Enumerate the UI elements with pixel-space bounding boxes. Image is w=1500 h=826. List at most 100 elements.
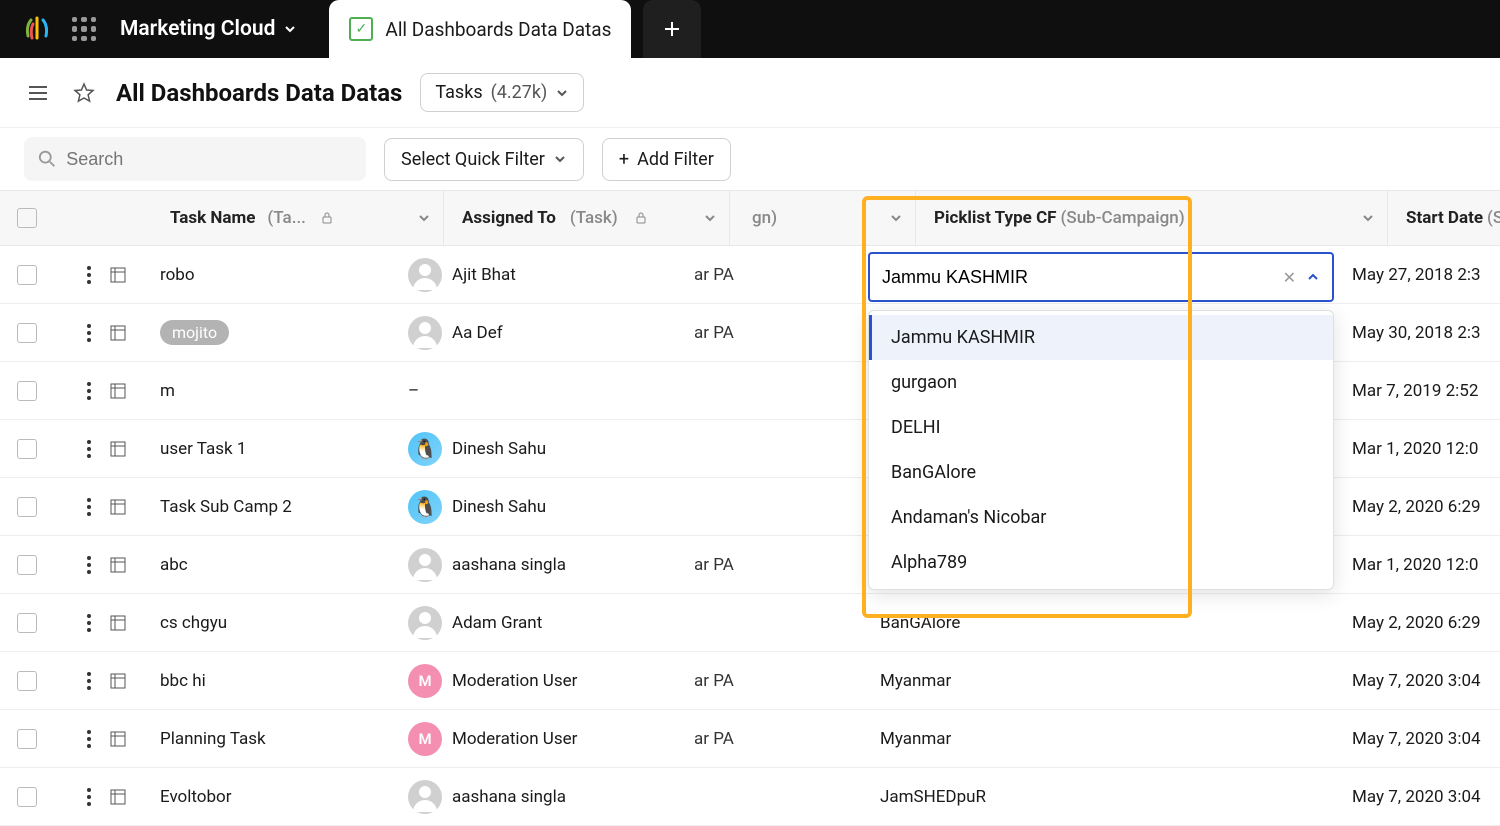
row-checkbox[interactable] (17, 497, 37, 517)
search-box[interactable] (24, 137, 366, 181)
task-name-cell[interactable]: bbc hi (160, 671, 390, 691)
col-assigned-to[interactable]: Assigned To (Task) (444, 191, 730, 245)
row-checkbox[interactable] (17, 323, 37, 343)
expand-icon[interactable] (109, 324, 127, 342)
task-name-cell[interactable]: abc (160, 555, 390, 575)
expand-icon[interactable] (109, 556, 127, 574)
hamburger-menu[interactable] (24, 79, 52, 107)
task-name-cell[interactable]: Evoltobor (160, 787, 390, 807)
picklist-option[interactable]: Alpha789 (869, 540, 1333, 585)
campaign-cell[interactable]: ar PA (676, 671, 862, 691)
start-date-cell[interactable]: May 2, 2020 6:29 (1334, 497, 1500, 517)
chevron-up-icon[interactable] (1306, 270, 1320, 284)
row-checkbox[interactable] (17, 613, 37, 633)
expand-icon[interactable] (109, 614, 127, 632)
row-checkbox[interactable] (17, 555, 37, 575)
row-menu-button[interactable] (87, 672, 91, 690)
expand-icon[interactable] (109, 440, 127, 458)
task-name-cell[interactable]: robo (160, 265, 390, 285)
row-checkbox[interactable] (17, 265, 37, 285)
row-checkbox[interactable] (17, 381, 37, 401)
campaign-cell[interactable]: ar PA (676, 729, 862, 749)
row-menu-button[interactable] (87, 498, 91, 516)
assigned-cell[interactable]: MModeration User (390, 722, 676, 756)
task-name-cell[interactable]: user Task 1 (160, 439, 390, 459)
favorite-toggle[interactable] (70, 79, 98, 107)
col-start-date[interactable]: Start Date (Sub- (1388, 191, 1500, 245)
picklist-option[interactable]: Jammu KASHMIR (869, 315, 1333, 360)
expand-icon[interactable] (109, 498, 127, 516)
row-menu-button[interactable] (87, 788, 91, 806)
picklist-editor-input[interactable]: ✕ (868, 252, 1334, 302)
assigned-cell[interactable]: Adam Grant (390, 606, 676, 640)
assigned-cell[interactable]: Aa Def (390, 316, 676, 350)
start-date-cell[interactable]: May 30, 2018 2:3 (1334, 323, 1500, 343)
assigned-cell[interactable]: MModeration User (390, 664, 676, 698)
task-name-cell[interactable]: m (160, 381, 390, 401)
clear-icon[interactable]: ✕ (1283, 268, 1296, 287)
col-partial-cut[interactable]: gn) (730, 191, 916, 245)
search-input[interactable] (66, 149, 352, 170)
row-checkbox[interactable] (17, 787, 37, 807)
expand-icon[interactable] (109, 788, 127, 806)
assigned-cell[interactable]: – (390, 381, 676, 401)
tasks-count-dropdown[interactable]: Tasks (4.27k) (420, 73, 584, 112)
picklist-input[interactable] (882, 267, 1283, 288)
start-date-cell[interactable]: May 7, 2020 3:04 (1334, 671, 1500, 691)
col-start-label: Start Date (1406, 208, 1483, 228)
product-switcher[interactable]: Marketing Cloud (120, 17, 313, 41)
picklist-option[interactable]: gurgaon (869, 360, 1333, 405)
picklist-cell[interactable]: BanGAlore (862, 613, 1334, 633)
task-name-cell[interactable]: mojito (160, 320, 390, 345)
row-menu-button[interactable] (87, 382, 91, 400)
row-checkbox[interactable] (17, 439, 37, 459)
campaign-cell[interactable]: ar PA (676, 265, 862, 285)
select-all-checkbox[interactable] (17, 208, 37, 228)
start-date-cell[interactable]: Mar 7, 2019 2:52 (1334, 381, 1500, 401)
row-menu-button[interactable] (87, 556, 91, 574)
start-date-cell[interactable]: May 7, 2020 3:04 (1334, 729, 1500, 749)
picklist-cell[interactable]: Myanmar (862, 729, 1334, 749)
start-date-cell[interactable]: Mar 1, 2020 12:0 (1334, 439, 1500, 459)
assigned-cell[interactable]: Dinesh Sahu (390, 432, 676, 466)
apps-launcher-icon[interactable] (72, 17, 96, 41)
expand-icon[interactable] (109, 730, 127, 748)
assigned-cell[interactable]: aashana singla (390, 780, 676, 814)
col-picklist-type[interactable]: Picklist Type CF (Sub-Campaign) (916, 191, 1388, 245)
campaign-cell[interactable]: ar PA (676, 555, 862, 575)
row-menu-button[interactable] (87, 614, 91, 632)
picklist-option[interactable]: BanGAlore (869, 450, 1333, 495)
picklist-cell[interactable]: JamSHEDpuR (862, 787, 1334, 807)
filters-bar: Select Quick Filter + Add Filter (0, 128, 1500, 190)
row-checkbox[interactable] (17, 671, 37, 691)
row-menu-button[interactable] (87, 440, 91, 458)
task-name-cell[interactable]: Planning Task (160, 729, 390, 749)
assignee-name: Dinesh Sahu (452, 497, 546, 517)
row-menu-button[interactable] (87, 266, 91, 284)
picklist-option[interactable]: DELHI (869, 405, 1333, 450)
expand-icon[interactable] (109, 672, 127, 690)
add-tab-button[interactable] (643, 0, 701, 58)
assigned-cell[interactable]: Dinesh Sahu (390, 490, 676, 524)
active-tab[interactable]: ✓ All Dashboards Data Datas (329, 0, 631, 58)
picklist-cell[interactable]: Myanmar (862, 671, 1334, 691)
assignee-name: Aa Def (452, 323, 503, 343)
start-date-cell[interactable]: May 27, 2018 2:3 (1334, 265, 1500, 285)
task-name-cell[interactable]: cs chgyu (160, 613, 390, 633)
row-checkbox[interactable] (17, 729, 37, 749)
start-date-cell[interactable]: May 7, 2020 3:04 (1334, 787, 1500, 807)
assigned-cell[interactable]: aashana singla (390, 548, 676, 582)
campaign-cell[interactable]: ar PA (676, 323, 862, 343)
expand-icon[interactable] (109, 382, 127, 400)
expand-icon[interactable] (109, 266, 127, 284)
row-menu-button[interactable] (87, 324, 91, 342)
task-name-cell[interactable]: Task Sub Camp 2 (160, 497, 390, 517)
quick-filter-button[interactable]: Select Quick Filter (384, 138, 584, 181)
assigned-cell[interactable]: Ajit Bhat (390, 258, 676, 292)
picklist-option[interactable]: Andaman's Nicobar (869, 495, 1333, 540)
row-menu-button[interactable] (87, 730, 91, 748)
col-task-name[interactable]: Task Name (Ta... (54, 191, 444, 245)
start-date-cell[interactable]: May 2, 2020 6:29 (1334, 613, 1500, 633)
add-filter-button[interactable]: + Add Filter (602, 138, 731, 181)
start-date-cell[interactable]: Mar 1, 2020 12:0 (1334, 555, 1500, 575)
